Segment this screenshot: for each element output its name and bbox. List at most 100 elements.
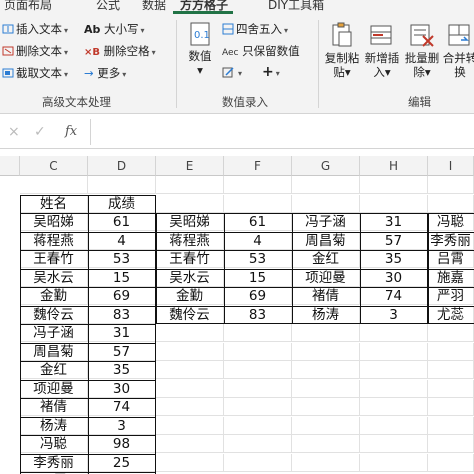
grid-cell[interactable]: [428, 416, 474, 435]
format-brush-button[interactable]: ▾: [222, 65, 242, 79]
grid-cell[interactable]: [428, 324, 474, 342]
table-cell-name[interactable]: 冯聪: [20, 435, 88, 453]
split-cell-score[interactable]: 15: [224, 268, 292, 287]
round-button[interactable]: 四舍五入 ▾: [222, 21, 288, 37]
table-cell-name[interactable]: 冯子涵: [20, 324, 88, 342]
table-cell-name[interactable]: 蒋程燕: [20, 231, 88, 250]
merge-convert-button[interactable]: 合并转换: [442, 22, 474, 79]
split-cell-score[interactable]: 31: [360, 213, 428, 231]
grid-cell[interactable]: [360, 435, 428, 453]
grid-cell[interactable]: [156, 342, 224, 361]
table-cell-score[interactable]: 61: [88, 213, 156, 231]
column-header-e[interactable]: E: [156, 156, 224, 176]
table-cell-score[interactable]: 57: [88, 342, 156, 361]
grid-cell[interactable]: [292, 453, 360, 472]
table-cell-score[interactable]: 74: [88, 398, 156, 416]
column-header-i[interactable]: I: [428, 156, 474, 176]
column-header-g[interactable]: G: [292, 156, 360, 176]
delete-text-button[interactable]: 删除文本 ▾: [2, 43, 68, 59]
grid-cell[interactable]: [428, 361, 474, 379]
grid-cell[interactable]: [156, 324, 224, 342]
grid-cell[interactable]: [224, 361, 292, 379]
grid-cell[interactable]: [224, 379, 292, 398]
table-cell-name[interactable]: 吴昭娣: [20, 213, 88, 231]
column-header-h[interactable]: H: [360, 156, 428, 176]
table-cell-score[interactable]: 4: [88, 231, 156, 250]
split-cell-score[interactable]: 74: [360, 287, 428, 305]
split-cell-name[interactable]: 李秀丽: [428, 231, 474, 250]
plus-button[interactable]: + ▾: [262, 64, 280, 80]
header-cell-score[interactable]: 成绩: [88, 194, 156, 213]
tab-page-layout[interactable]: 页面布局: [4, 0, 52, 13]
split-cell-name[interactable]: 褚倩: [292, 287, 360, 305]
grid-cell[interactable]: [292, 379, 360, 398]
split-cell-score[interactable]: 53: [224, 250, 292, 268]
tab-formulas[interactable]: 公式: [96, 0, 120, 13]
column-header-c[interactable]: C: [20, 156, 88, 176]
grid-cell[interactable]: [360, 453, 428, 472]
split-cell-name[interactable]: 王春竹: [156, 250, 224, 268]
grid-cell[interactable]: [20, 176, 88, 194]
grid-cell[interactable]: [360, 342, 428, 361]
grid-cell[interactable]: [360, 361, 428, 379]
grid-cell[interactable]: [156, 398, 224, 416]
table-cell-score[interactable]: 3: [88, 416, 156, 435]
split-cell-name[interactable]: 金勤: [156, 287, 224, 305]
remove-spaces-button[interactable]: ×B 删除空格 ▾: [84, 43, 156, 59]
split-cell-name[interactable]: 项迎曼: [292, 268, 360, 287]
split-cell-name[interactable]: 周昌菊: [292, 231, 360, 250]
table-cell-name[interactable]: 周昌菊: [20, 342, 88, 361]
cancel-icon[interactable]: ×: [8, 124, 20, 140]
table-cell-score[interactable]: 98: [88, 435, 156, 453]
table-cell-score[interactable]: 25: [88, 453, 156, 472]
split-cell-score[interactable]: 3: [360, 305, 428, 324]
insert-function-icon[interactable]: fx: [65, 124, 77, 139]
keep-numeric-button[interactable]: Aec 只保留数值: [222, 43, 300, 59]
grid-cell[interactable]: [292, 342, 360, 361]
split-cell-name[interactable]: 吕霄: [428, 250, 474, 268]
add-insert-button[interactable]: 新增插 入▾: [364, 22, 400, 79]
grid-cell[interactable]: [224, 398, 292, 416]
table-cell-score[interactable]: 53: [88, 250, 156, 268]
grid-cell[interactable]: [292, 324, 360, 342]
split-cell-score[interactable]: 61: [224, 213, 292, 231]
split-cell-score[interactable]: 69: [224, 287, 292, 305]
split-cell-name[interactable]: 吴水云: [156, 268, 224, 287]
grid-cell[interactable]: [292, 361, 360, 379]
grid-cell[interactable]: [224, 342, 292, 361]
grid-cell[interactable]: [360, 398, 428, 416]
grid-cell[interactable]: [224, 176, 292, 194]
split-cell-name[interactable]: 金红: [292, 250, 360, 268]
split-cell-name[interactable]: 吴昭娣: [156, 213, 224, 231]
number-button[interactable]: 0.1 数值 ▾: [184, 22, 216, 77]
grid-cell[interactable]: [224, 453, 292, 472]
tab-diy-toolbox[interactable]: DIY工具箱: [268, 0, 324, 13]
grid-cell[interactable]: [224, 435, 292, 453]
grid-cell[interactable]: [428, 342, 474, 361]
grid-cell[interactable]: [428, 453, 474, 472]
table-cell-name[interactable]: 金红: [20, 361, 88, 379]
split-cell-name[interactable]: 尤蕊: [428, 305, 474, 324]
grid-cell[interactable]: [428, 379, 474, 398]
extract-text-button[interactable]: 截取文本 ▾: [2, 65, 68, 81]
grid-cell[interactable]: [156, 361, 224, 379]
table-cell-score[interactable]: 15: [88, 268, 156, 287]
table-cell-name[interactable]: 王春竹: [20, 250, 88, 268]
table-cell-name[interactable]: 杨涛: [20, 416, 88, 435]
split-cell-name[interactable]: 冯聪: [428, 213, 474, 231]
case-button[interactable]: Ab 大小写 ▾: [84, 21, 145, 37]
table-cell-score[interactable]: 35: [88, 361, 156, 379]
grid-cell[interactable]: [292, 435, 360, 453]
batch-delete-button[interactable]: 批量删 除▾: [404, 22, 440, 79]
grid-cell[interactable]: [224, 416, 292, 435]
split-cell-name[interactable]: 施嘉: [428, 268, 474, 287]
table-cell-name[interactable]: 李秀丽: [20, 453, 88, 472]
confirm-icon[interactable]: ✓: [34, 124, 46, 140]
split-cell-score[interactable]: 83: [224, 305, 292, 324]
table-cell-score[interactable]: 31: [88, 324, 156, 342]
grid-cell[interactable]: [292, 194, 360, 213]
grid-cell[interactable]: [156, 379, 224, 398]
table-cell-name[interactable]: 项迎曼: [20, 379, 88, 398]
grid-cell[interactable]: [156, 416, 224, 435]
grid-cell[interactable]: [428, 398, 474, 416]
